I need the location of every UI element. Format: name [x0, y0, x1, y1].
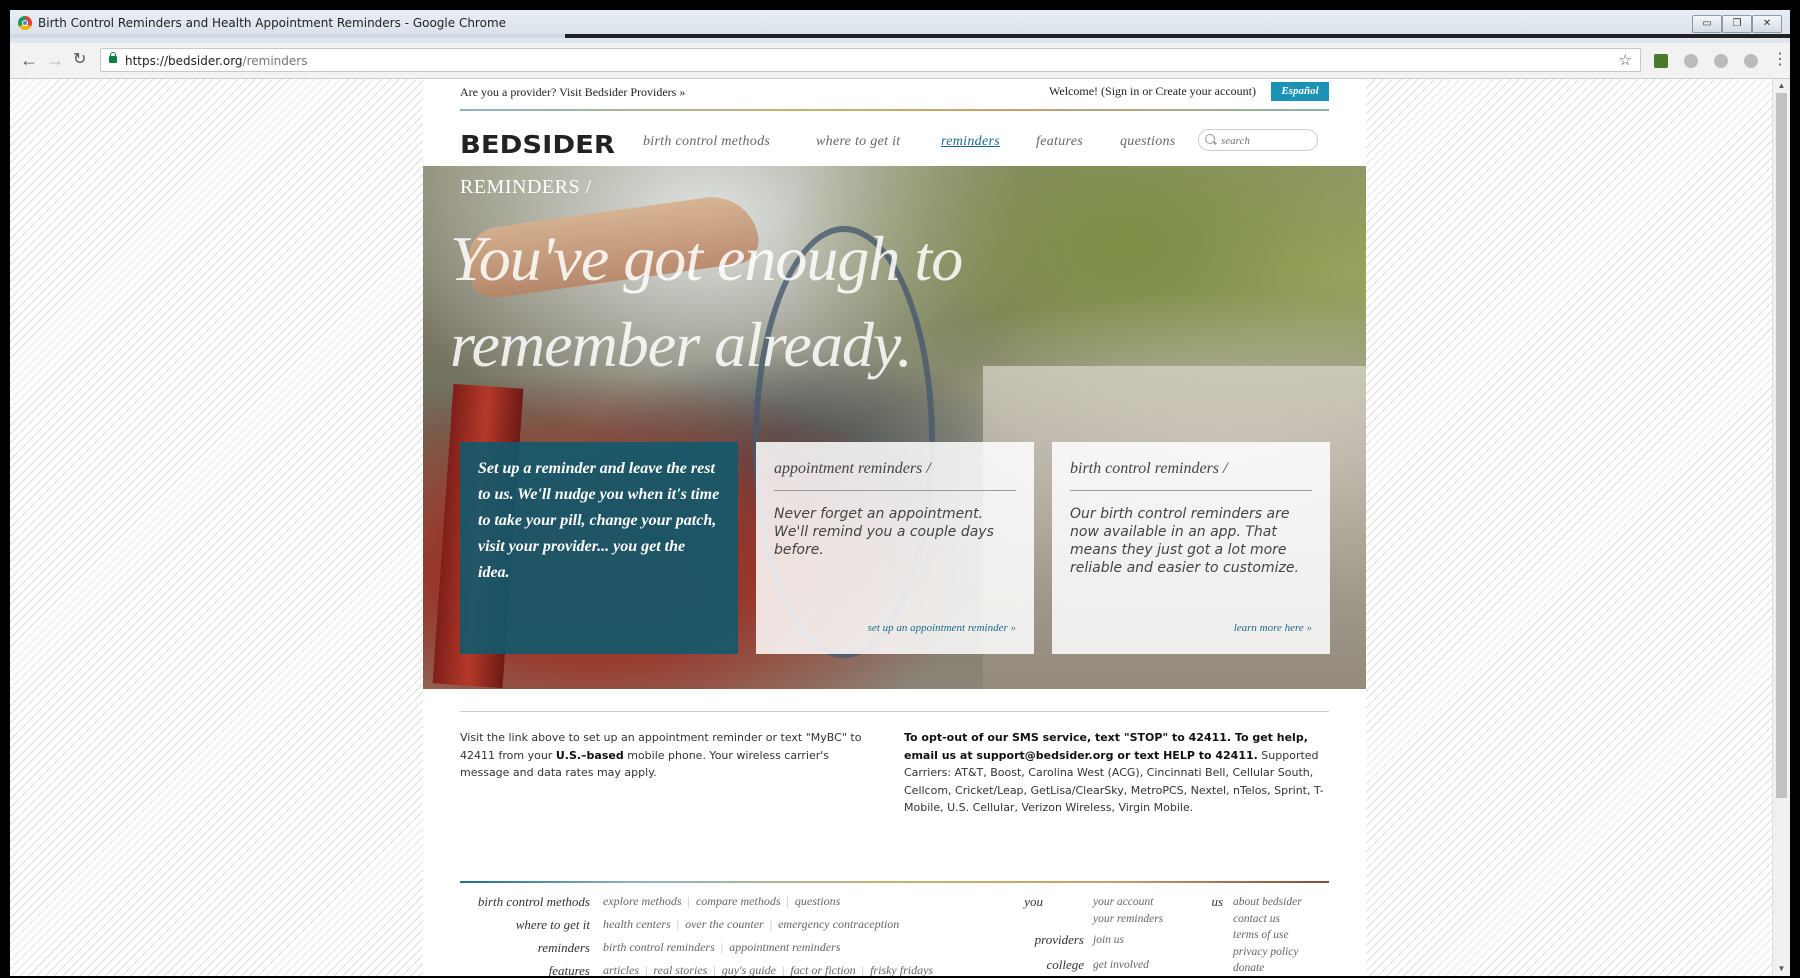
footer-link[interactable]: terms of use: [1233, 927, 1302, 944]
lock-icon: [109, 52, 117, 63]
url-input[interactable]: https://bedsider.org/reminders ☆: [100, 48, 1641, 72]
vertical-scrollbar[interactable]: ▲ ▼: [1772, 79, 1790, 976]
search-box[interactable]: [1198, 129, 1318, 151]
nav-birth-control-methods[interactable]: birth control methods: [643, 134, 770, 150]
footer-link[interactable]: privacy policy: [1233, 944, 1302, 961]
footer-link[interactable]: questions: [795, 894, 840, 908]
chrome-icon: [18, 16, 32, 30]
footer-link[interactable]: birth control reminders: [603, 940, 715, 954]
footer-links-row: explore methods | compare methods | question…: [603, 894, 841, 908]
scroll-up-icon[interactable]: ▲: [1773, 79, 1790, 93]
welcome-sign-in[interactable]: Welcome! (Sign in or Create your account…: [1049, 84, 1256, 99]
url-host: https://bedsider.org: [125, 54, 243, 68]
title-bar: Birth Control Reminders and Health Appoi…: [10, 10, 1790, 38]
search-input[interactable]: [1219, 132, 1313, 150]
address-bar: ← → ↻ https://bedsider.org/reminders ☆ ⋮: [10, 43, 1790, 79]
footer-link[interactable]: contact us: [1233, 911, 1302, 928]
sms-opt-out-text: To opt-out of our SMS service, text "STO…: [904, 731, 1324, 814]
footer-links-row: health centers | over the counter | emergenc…: [603, 917, 900, 931]
browser-window: Birth Control Reminders and Health Appoi…: [10, 10, 1790, 976]
footer-link[interactable]: over the counter: [685, 917, 764, 931]
forward-icon[interactable]: →: [46, 51, 64, 69]
footer-providers-links: join us: [1093, 932, 1124, 949]
appointment-reminder-link[interactable]: set up an appointment reminder »: [868, 622, 1016, 634]
card-title: birth control reminders /: [1070, 460, 1312, 491]
tab-strip: [10, 34, 1790, 38]
footer-divider: [460, 881, 1329, 883]
intro-card: Set up a reminder and leave the rest to …: [460, 442, 738, 654]
footer-category[interactable]: reminders: [460, 940, 590, 956]
appointment-reminders-card: appointment reminders / Never forget an …: [756, 442, 1034, 654]
footer-link[interactable]: compare methods: [696, 894, 781, 908]
footer-college-links: get involved: [1093, 957, 1149, 974]
close-button[interactable]: ✕: [1752, 15, 1782, 33]
footer-links-row: birth control reminders | appointment remi…: [603, 940, 841, 954]
birth-control-reminders-card: birth control reminders / Our birth cont…: [1052, 442, 1330, 654]
bedsider-logo[interactable]: BEDSIDER: [460, 131, 615, 155]
bookmark-star-icon[interactable]: ☆: [1619, 49, 1632, 73]
window-title: Birth Control Reminders and Health Appoi…: [38, 16, 507, 30]
footer-link[interactable]: join us: [1093, 932, 1124, 949]
sms-info-text: Visit the link above to set up an appoin…: [460, 731, 862, 779]
provider-link[interactable]: Are you a provider? Visit Bedsider Provi…: [460, 85, 685, 100]
restore-button[interactable]: ❐: [1722, 15, 1752, 33]
extension-icon[interactable]: [1714, 54, 1728, 68]
footer-link[interactable]: explore methods: [603, 894, 682, 908]
footer-link[interactable]: health centers: [603, 917, 671, 931]
footer-link[interactable]: frisky fridays: [870, 963, 933, 976]
footer-you-links: your account your reminders: [1093, 894, 1163, 928]
nav-reminders[interactable]: reminders: [941, 134, 1000, 150]
footer-category-you: you: [1024, 894, 1043, 909]
extension-icon[interactable]: [1654, 54, 1668, 68]
minimize-button[interactable]: ▭: [1692, 15, 1722, 33]
card-title: appointment reminders /: [774, 460, 1016, 491]
footer-link[interactable]: about bedsider: [1233, 894, 1302, 911]
reload-icon[interactable]: ↻: [73, 51, 86, 69]
hero-headline: You've got enough to remember already.: [450, 223, 963, 380]
card-body: Our birth control reminders are now avai…: [1070, 506, 1299, 576]
footer-us-links: about bedsider contact us terms of use p…: [1233, 894, 1302, 976]
utility-bar: Are you a provider? Visit Bedsider Provi…: [460, 79, 1329, 109]
page-viewport: Are you a provider? Visit Bedsider Provi…: [10, 79, 1790, 976]
extension-icon[interactable]: [1684, 54, 1698, 68]
nav-where-to-get-it[interactable]: where to get it: [816, 134, 900, 150]
footer-link[interactable]: your reminders: [1093, 911, 1163, 928]
footer-link[interactable]: get involved: [1093, 957, 1149, 974]
footer-link[interactable]: appointment reminders: [729, 940, 840, 954]
scroll-down-icon[interactable]: ▼: [1773, 962, 1790, 976]
footer-link[interactable]: emergency contraception: [778, 917, 899, 931]
search-icon: [1205, 134, 1215, 144]
footer-links-row: articles | real stories | guy's guide | fact o…: [603, 963, 934, 976]
footer-category-providers: providers: [1034, 932, 1084, 947]
footer-link[interactable]: donate: [1233, 960, 1302, 976]
url-path: /reminders: [242, 54, 308, 68]
divider: [460, 711, 1329, 712]
intro-text: Set up a reminder and leave the rest to …: [478, 460, 720, 581]
header-divider: [460, 109, 1329, 111]
footer-link[interactable]: fact or fiction: [790, 963, 855, 976]
footer-category[interactable]: features: [460, 963, 590, 976]
espanol-button[interactable]: Español: [1271, 82, 1329, 101]
footer-category-us: us: [1211, 894, 1223, 909]
footer-link[interactable]: your account: [1093, 894, 1163, 911]
footer-category-college: college: [1046, 957, 1084, 972]
section-title: REMINDERS /: [460, 176, 592, 198]
back-icon[interactable]: ←: [20, 51, 38, 69]
footer-link[interactable]: guy's guide: [722, 963, 776, 976]
page-content: Are you a provider? Visit Bedsider Provi…: [423, 79, 1366, 976]
logo-text: BEDSIDER: [460, 131, 615, 155]
menu-icon[interactable]: ⋮: [1772, 51, 1788, 69]
learn-more-link[interactable]: learn more here »: [1234, 622, 1312, 634]
nav-questions[interactable]: questions: [1120, 134, 1176, 150]
footer-link[interactable]: real stories: [653, 963, 707, 976]
footer-category[interactable]: birth control methods: [460, 894, 590, 910]
extension-icon[interactable]: [1744, 54, 1758, 68]
hero-banner: REMINDERS / You've got enough to remembe…: [423, 166, 1366, 689]
footer-category[interactable]: where to get it: [460, 917, 590, 933]
card-body: Never forget an appointment. We'll remin…: [774, 506, 994, 558]
nav-features[interactable]: features: [1036, 134, 1083, 150]
scrollbar-thumb[interactable]: [1776, 93, 1787, 798]
footer-link[interactable]: articles: [603, 963, 639, 976]
